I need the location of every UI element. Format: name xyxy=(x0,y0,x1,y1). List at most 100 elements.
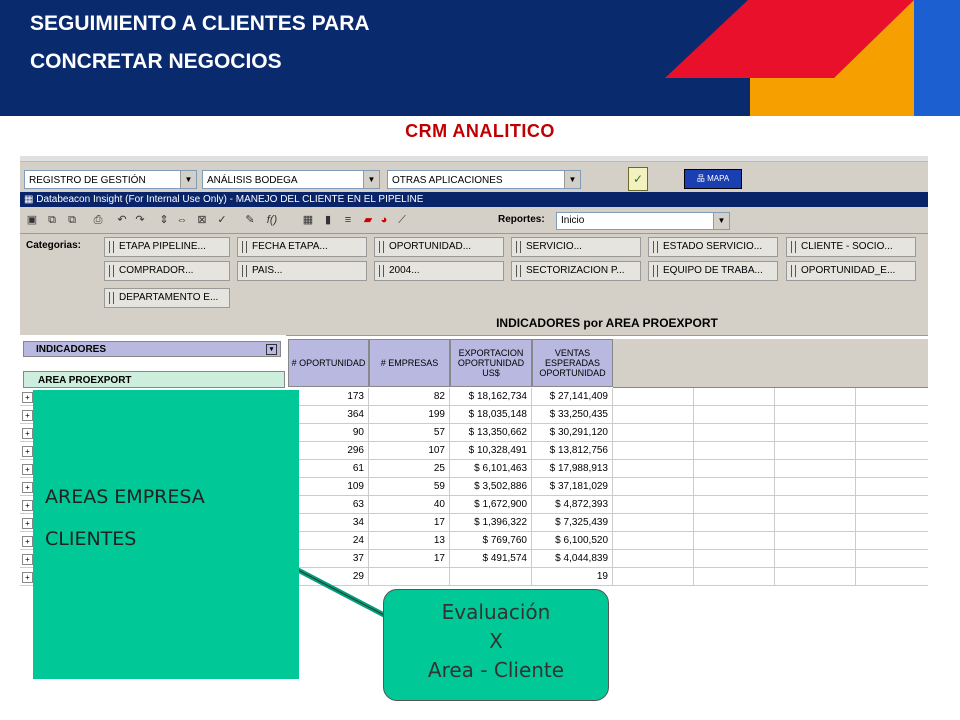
column-header[interactable]: # EMPRESAS xyxy=(369,339,450,387)
column-header[interactable]: VENTAS ESPERADAS OPORTUNIDAD xyxy=(532,339,613,387)
empty-cell xyxy=(856,442,928,459)
category-chip[interactable]: SERVICIO... xyxy=(511,237,641,257)
fit-height-icon[interactable]: ⇕ xyxy=(156,212,172,228)
category-chip[interactable]: CLIENTE - SOCIO... xyxy=(786,237,916,257)
table-cell: $ 27,141,409 xyxy=(532,388,613,405)
bar-chart-icon[interactable]: ▮ xyxy=(320,212,336,228)
table-cell: 40 xyxy=(369,496,450,513)
pie-chart-icon[interactable]: ◕ xyxy=(376,212,392,228)
overlay-line2: CLIENTES xyxy=(45,528,137,550)
empty-cell xyxy=(613,442,694,459)
save-copy-icon[interactable]: ⧉ xyxy=(64,212,80,228)
checklist-icon[interactable]: ✓ xyxy=(628,167,648,191)
evaluacion-callout: Evaluación X Area - Cliente xyxy=(383,589,609,701)
table-cell: $ 1,396,322 xyxy=(450,514,532,531)
category-chip[interactable]: ETAPA PIPELINE... xyxy=(104,237,230,257)
empty-cell xyxy=(856,388,928,405)
empty-cell xyxy=(856,550,928,567)
save-as-icon[interactable]: ⧉ xyxy=(44,212,60,228)
empty-cell xyxy=(694,532,775,549)
column-header[interactable]: EXPORTACION OPORTUNIDAD US$ xyxy=(450,339,532,387)
expand-icon[interactable]: + xyxy=(22,536,33,547)
table-cell: $ 7,325,439 xyxy=(532,514,613,531)
window-top-border xyxy=(20,156,928,162)
header-banner: SEGUIMIENTO A CLIENTES PARA CONCRETAR NE… xyxy=(0,0,960,116)
dropdown-icon[interactable]: ▾ xyxy=(266,344,277,355)
table-cell: $ 1,672,900 xyxy=(450,496,532,513)
expand-icon[interactable]: + xyxy=(22,464,33,475)
reportes-value: Inicio xyxy=(561,215,585,226)
expand-icon[interactable]: + xyxy=(22,392,33,403)
expand-icon[interactable]: + xyxy=(22,518,33,529)
table-cell: $ 4,044,839 xyxy=(532,550,613,567)
expand-icon[interactable]: + xyxy=(22,446,33,457)
expand-icon[interactable]: + xyxy=(22,428,33,439)
check-icon[interactable]: ✓ xyxy=(214,212,230,228)
table-cell: 296 xyxy=(288,442,369,459)
category-chip[interactable]: COMPRADOR... xyxy=(104,261,230,281)
category-chip[interactable]: OPORTUNIDAD_E... xyxy=(786,261,916,281)
table-cell: 107 xyxy=(369,442,450,459)
column-header[interactable]: # OPORTUNIDAD xyxy=(288,339,369,387)
expand-icon[interactable]: + xyxy=(22,554,33,565)
empty-cell xyxy=(694,514,775,531)
expand-icon[interactable]: + xyxy=(22,500,33,511)
hbar-chart-icon[interactable]: ≡ xyxy=(340,212,356,228)
category-chip[interactable]: 2004... xyxy=(374,261,504,281)
empty-cell xyxy=(775,568,856,585)
undo-icon[interactable]: ↶ xyxy=(114,212,130,228)
empty-cell xyxy=(694,568,775,585)
category-chip[interactable]: FECHA ETAPA... xyxy=(237,237,367,257)
filter-icon[interactable]: ⊠ xyxy=(194,212,210,228)
empty-cell xyxy=(613,478,694,495)
formula-icon[interactable]: f() xyxy=(264,212,280,228)
otras-aplicaciones-dropdown[interactable]: OTRAS APLICACIONES ▼ xyxy=(387,170,581,189)
chevron-down-icon: ▼ xyxy=(180,171,196,188)
empty-cell xyxy=(613,550,694,567)
reportes-dropdown[interactable]: Inicio ▼ xyxy=(556,212,730,230)
save-icon[interactable]: ▣ xyxy=(24,212,40,228)
empty-cell xyxy=(856,514,928,531)
chevron-down-icon: ▼ xyxy=(363,171,379,188)
expand-icon[interactable]: + xyxy=(22,572,33,583)
empty-cell xyxy=(775,442,856,459)
table-cell: 17 xyxy=(369,514,450,531)
category-chip[interactable]: PAIS... xyxy=(237,261,367,281)
category-chip[interactable]: SECTORIZACION P... xyxy=(511,261,641,281)
analisis-dropdown[interactable]: ANÁLISIS BODEGA ▼ xyxy=(202,170,380,189)
indicadores-header[interactable]: INDICADORES ▾ xyxy=(23,341,281,357)
empty-cell xyxy=(613,424,694,441)
header-filler xyxy=(613,339,928,388)
table-cell: 57 xyxy=(369,424,450,441)
table-cell xyxy=(450,568,532,585)
page-subtitle: CRM ANALITICO xyxy=(405,121,555,141)
3d-chart-icon[interactable]: ▰ xyxy=(360,212,376,228)
empty-cell xyxy=(694,424,775,441)
category-chip[interactable]: DEPARTAMENTO E... xyxy=(104,288,230,308)
toolbar: ▣ ⧉ ⧉ ⎙ ↶ ↷ ⇕ ⇔ ⊠ ✓ ✎ f() ▦ ▮ ≡ ▰ ◕ ⟋ Re… xyxy=(20,208,928,234)
expand-icon[interactable]: + xyxy=(22,410,33,421)
table-cell: 34 xyxy=(288,514,369,531)
print-icon[interactable]: ⎙ xyxy=(90,212,106,228)
category-chip[interactable]: ESTADO SERVICIO... xyxy=(648,237,778,257)
line-chart-icon[interactable]: ⟋ xyxy=(394,212,410,228)
area-proexport-tab[interactable]: AREA PROEXPORT xyxy=(23,371,285,388)
empty-cell xyxy=(694,550,775,567)
fit-width-icon[interactable]: ⇔ xyxy=(174,212,190,228)
category-chip[interactable]: EQUIPO DE TRABA... xyxy=(648,261,778,281)
category-chip[interactable]: OPORTUNIDAD... xyxy=(374,237,504,257)
edit-icon[interactable]: ✎ xyxy=(242,212,258,228)
table-icon[interactable]: ▦ xyxy=(300,212,316,228)
empty-cell xyxy=(694,460,775,477)
table-cell: $ 13,812,756 xyxy=(532,442,613,459)
analisis-dropdown-label: ANÁLISIS BODEGA xyxy=(207,175,298,186)
expand-icon[interactable]: + xyxy=(22,482,33,493)
categorias-label: Categorias: xyxy=(26,240,82,251)
redo-icon[interactable]: ↷ xyxy=(132,212,148,228)
registro-dropdown[interactable]: REGISTRO DE GESTIÓN ▼ xyxy=(24,170,197,189)
empty-cell xyxy=(613,388,694,405)
mapa-button[interactable]: 品 MAPA xyxy=(684,169,742,189)
empty-cell xyxy=(694,442,775,459)
table-cell: $ 3,502,886 xyxy=(450,478,532,495)
empty-cell xyxy=(856,478,928,495)
